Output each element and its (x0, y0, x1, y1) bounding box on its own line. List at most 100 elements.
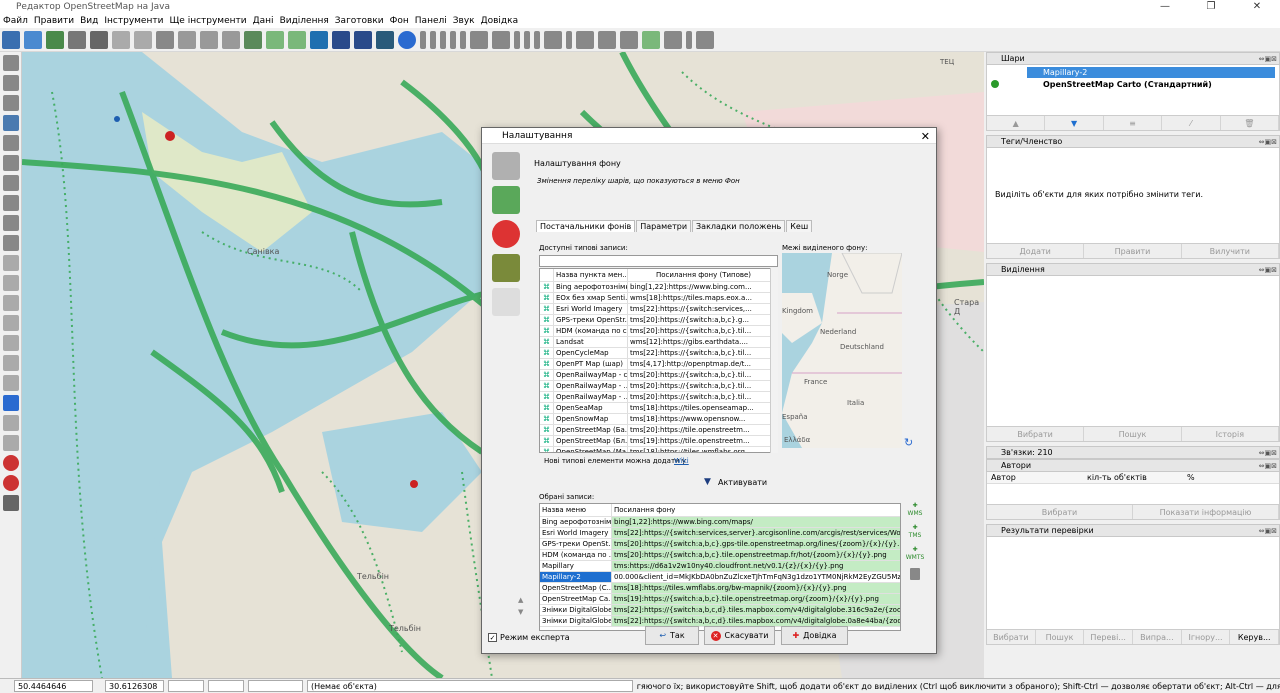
available-row[interactable]: ⌘ OpenStreetMap (Ба... tms[20]:https://til… (540, 425, 777, 436)
dialog-close-icon[interactable]: ✕ (921, 130, 930, 143)
layer-row-osm[interactable]: OpenStreetMap Carto (Стандартний) (1027, 79, 1275, 90)
no-entry-icon[interactable] (3, 475, 19, 491)
available-row[interactable]: ⌘ OpenPT Map (шар) tms[4,17]:http://openpt… (540, 359, 777, 370)
merge-layers-button[interactable]: ≡ (1104, 116, 1163, 130)
filter-icon[interactable] (3, 415, 19, 431)
refresh-map-icon[interactable]: ↻ (904, 436, 913, 449)
available-row[interactable]: ⌘ OpenSeaMap tms[18]:https://tiles.opensea… (540, 403, 777, 414)
available-row[interactable]: ⌘ OpenRailwayMap - ... tms[20]:https://{sw… (540, 392, 777, 403)
chain-icon[interactable] (696, 30, 714, 49)
gpx-icon[interactable] (354, 30, 372, 49)
available-scrollbar[interactable] (770, 268, 778, 453)
add-wms-button[interactable]: ✚ WMS (905, 502, 925, 522)
more-icon[interactable] (3, 495, 19, 511)
menu-file[interactable]: Файл (3, 16, 28, 26)
available-row[interactable]: ⌘ OpenStreetMap (Ma... tms[18]:https://til… (540, 447, 777, 452)
available-row[interactable]: ⌘ GPS-треки OpenStr... tms[20]:https://{sw… (540, 315, 777, 326)
history-panel-icon[interactable] (3, 355, 19, 371)
available-row[interactable]: ⌘ Bing аерофотознімки bing[1,22]:https://w… (540, 282, 777, 293)
cancel-button[interactable]: ✕ Скасувати (704, 626, 775, 645)
menu-view[interactable]: Вид (80, 16, 98, 26)
gear-icon[interactable] (3, 435, 19, 451)
menu-more-tools[interactable]: Ще інструменти (169, 16, 246, 26)
tags-panel-title[interactable]: Теги/Членство ⇔▣⊠ (986, 135, 1280, 148)
panel-controls-icon[interactable]: ⇔▣⊠ (1259, 462, 1277, 470)
open-icon[interactable] (2, 30, 20, 49)
menu-data[interactable]: Дані (253, 16, 274, 26)
delete-entry-icon[interactable] (910, 568, 920, 580)
available-row[interactable]: ⌘ Landsat wms[12]:https://gibs.earthdata..… (540, 337, 777, 348)
edit-tag-button[interactable]: Правити (1084, 244, 1182, 258)
save-icon[interactable] (68, 30, 86, 49)
relations-panel-title[interactable]: Зв'язки: 210 ⇔▣⊠ (986, 446, 1280, 459)
no-entry-icon[interactable] (492, 220, 520, 248)
selection-panel-title[interactable]: Виділення ⇔▣⊠ (986, 263, 1280, 276)
available-row[interactable]: ⌘ Esri World Imagery tms[22]:https://{swit… (540, 304, 777, 315)
available-row[interactable]: ⌘ OpenRailwayMap - с... tms[20]:https://{s… (540, 370, 777, 381)
layers-panel-title[interactable]: Шари ⇔▣⊠ (986, 52, 1280, 65)
road-icon[interactable] (620, 30, 638, 49)
active-layer-check-icon[interactable] (991, 80, 999, 88)
castle-icon[interactable] (544, 30, 562, 49)
tab-settings[interactable]: Параметри (636, 220, 692, 232)
selected-row[interactable]: Bing аерофотознімкиbing[1,22]:https://ww… (540, 517, 900, 528)
authors-panel-title[interactable]: Автори ⇔▣⊠ (986, 459, 1280, 472)
bottom-tab-manage[interactable]: Керув... (1230, 630, 1280, 644)
delete-tag-button[interactable]: Вилучити (1182, 244, 1279, 258)
selection-panel-icon[interactable] (3, 295, 19, 311)
building-icon[interactable] (460, 30, 466, 49)
bottom-tab-fix[interactable]: Випра... (1133, 630, 1182, 644)
available-col-url[interactable]: Посилання фону (Типове) (628, 269, 777, 281)
bottom-tab-select[interactable]: Вибрати (987, 630, 1036, 644)
map-icon[interactable] (642, 30, 660, 49)
available-row[interactable]: ⌘ OpenSnowMap tms[18]:https://www.opensnow… (540, 414, 777, 425)
authors-panel-icon[interactable] (3, 335, 19, 351)
tag-icon[interactable] (514, 30, 520, 49)
bounds-map[interactable]: Norge Kingdom Nederland Deutschland Fran… (782, 253, 902, 448)
copy-icon[interactable] (156, 30, 174, 49)
ok-button[interactable]: ↩ Так (645, 626, 699, 645)
show-info-button[interactable]: Показати інформацію (1133, 505, 1279, 519)
refresh-icon[interactable] (244, 30, 262, 49)
available-row[interactable]: ⌘ OpenRailwayMap - ... tms[20]:https://{sw… (540, 381, 777, 392)
menu-selection[interactable]: Виділення (280, 16, 329, 26)
tab-cache[interactable]: Кеш (786, 220, 813, 232)
tools-icon[interactable] (492, 152, 520, 180)
menu-audio[interactable]: Звук (453, 16, 475, 26)
select-icon[interactable] (3, 55, 19, 71)
available-row[interactable]: ⌘ HDM (команда по с... tms[20]:https://{sw… (540, 326, 777, 337)
add-wmts-button[interactable]: ✚ WMTS (905, 546, 925, 566)
bing-icon[interactable] (310, 30, 328, 49)
menu-windows[interactable]: Панелі (415, 16, 447, 26)
tab-providers[interactable]: Постачальники фонів (536, 220, 636, 232)
wiki-link[interactable]: Wiki (674, 457, 689, 465)
zoom-data-icon[interactable] (288, 30, 306, 49)
selected-row[interactable]: Mapillary tms:https://d6a1v2w10ny40.cloud… (540, 561, 900, 572)
car-icon[interactable] (470, 30, 488, 49)
draw-icon[interactable] (3, 95, 19, 111)
panel-controls-icon[interactable]: ⇔▣⊠ (1259, 55, 1277, 63)
move-up-icon[interactable]: ▲ (518, 596, 523, 604)
menu-edit[interactable]: Правити (34, 16, 74, 26)
validation-panel-title[interactable]: Результати перевірки ⇔▣⊠ (986, 524, 1280, 537)
upload-icon[interactable] (90, 30, 108, 49)
panel-controls-icon[interactable]: ⇔▣⊠ (1259, 449, 1277, 457)
tag-icon[interactable] (524, 30, 530, 49)
ext-icon[interactable] (492, 254, 520, 282)
globe-icon[interactable] (376, 30, 394, 49)
delete-layer-button[interactable]: 🗑 (1221, 116, 1280, 130)
history-button[interactable]: Історія (1182, 427, 1279, 441)
selected-row[interactable]: GPS-треки OpenSt... tms[20]:https://{swit… (540, 539, 900, 550)
selected-row[interactable]: OpenStreetMap Ca... tms[19]:https://{swit… (540, 594, 900, 605)
layer-settings-button[interactable]: ⁄ (1162, 116, 1221, 130)
add-tag-button[interactable]: Додати (987, 244, 1085, 258)
mapillary-icon[interactable] (398, 30, 416, 49)
tag-icon[interactable] (534, 30, 540, 49)
stop-icon[interactable] (3, 455, 19, 471)
lasso-icon[interactable] (3, 75, 19, 91)
zoom-icon[interactable] (3, 115, 19, 131)
menu-presets[interactable]: Заготовки (335, 16, 384, 26)
select-button[interactable]: Вибрати (987, 427, 1085, 441)
panel-controls-icon[interactable]: ⇔▣⊠ (1259, 138, 1277, 146)
layer-row-mapillary[interactable]: Mapillary-2 (1027, 67, 1275, 78)
